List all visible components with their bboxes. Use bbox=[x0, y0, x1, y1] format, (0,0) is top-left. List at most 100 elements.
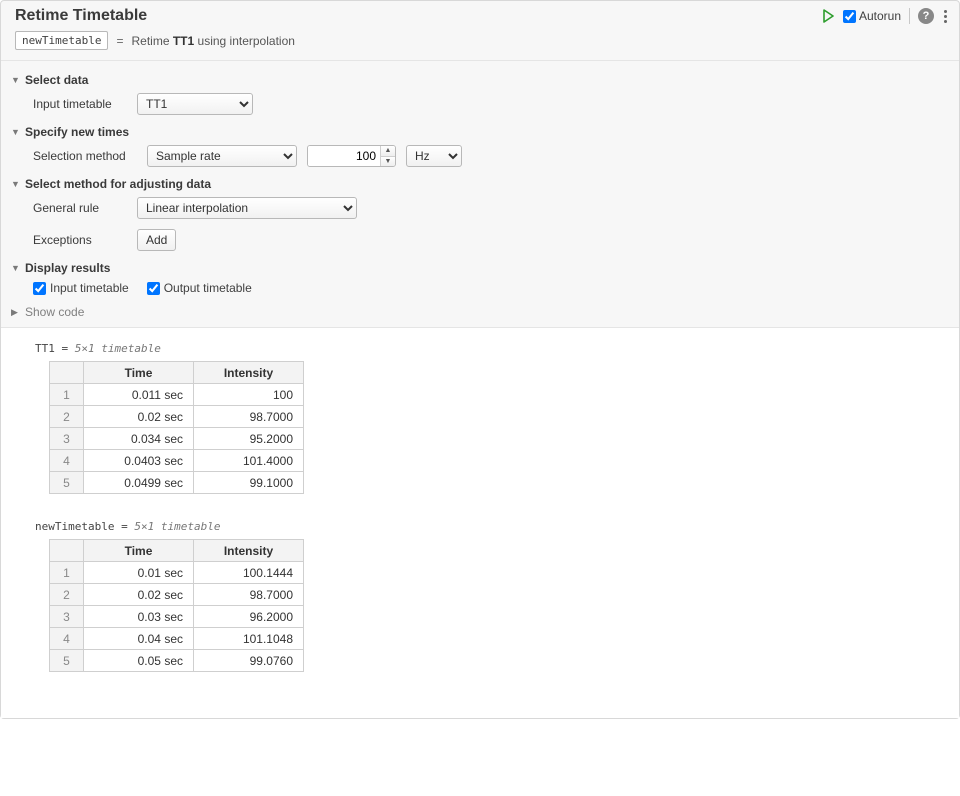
panel-title: Retime Timetable bbox=[15, 7, 147, 25]
table-row: 40.04 sec101.1048 bbox=[50, 628, 304, 650]
input-timetable-checkbox[interactable]: Input timetable bbox=[33, 281, 129, 295]
autorun-toggle[interactable]: Autorun bbox=[843, 9, 901, 23]
spin-down-button[interactable]: ▼ bbox=[381, 156, 395, 166]
collapse-icon: ▼ bbox=[11, 127, 21, 137]
section-title: Select data bbox=[25, 73, 88, 87]
collapse-icon: ▼ bbox=[11, 179, 21, 189]
out-body: 10.01 sec100.144420.02 sec98.700030.03 s… bbox=[50, 562, 304, 672]
retime-timetable-panel: Retime Timetable Autorun ? newTimetable … bbox=[0, 0, 960, 719]
cell-time: 0.02 sec bbox=[84, 406, 194, 428]
col-time: Time bbox=[84, 362, 194, 384]
cell-value: 100.1444 bbox=[194, 562, 304, 584]
sample-rate-spinner[interactable]: ▲ ▼ bbox=[307, 145, 396, 167]
equals-sign: = bbox=[116, 34, 123, 48]
table-row: 20.02 sec98.7000 bbox=[50, 406, 304, 428]
corner-cell bbox=[50, 362, 84, 384]
table-row: 30.03 sec96.2000 bbox=[50, 606, 304, 628]
collapse-icon: ▼ bbox=[11, 263, 21, 273]
row-number: 4 bbox=[50, 628, 84, 650]
table-row: 50.0499 sec99.1000 bbox=[50, 472, 304, 494]
section-title: Display results bbox=[25, 261, 110, 275]
row-number: 5 bbox=[50, 472, 84, 494]
tt1-title: TT1 = 5×1 timetable bbox=[35, 342, 949, 355]
results-area: TT1 = 5×1 timetable Time Intensity 10.01… bbox=[1, 327, 959, 718]
cell-value: 101.1048 bbox=[194, 628, 304, 650]
section-title: Specify new times bbox=[25, 125, 129, 139]
autorun-checkbox[interactable] bbox=[843, 10, 856, 23]
row-number: 1 bbox=[50, 384, 84, 406]
output-table: Time Intensity 10.01 sec100.144420.02 se… bbox=[49, 539, 304, 672]
table-row: 30.034 sec95.2000 bbox=[50, 428, 304, 450]
display-checkboxes-row: Input timetable Output timetable bbox=[33, 281, 949, 295]
section-specify-times[interactable]: ▼ Specify new times bbox=[11, 125, 949, 139]
input-timetable-check[interactable] bbox=[33, 282, 46, 295]
sample-rate-unit-select[interactable]: Hz bbox=[406, 145, 462, 167]
summary-row: newTimetable = Retime TT1 using interpol… bbox=[1, 29, 959, 60]
cell-time: 0.0499 sec bbox=[84, 472, 194, 494]
output-timetable-check[interactable] bbox=[147, 282, 160, 295]
summary-text: Retime TT1 using interpolation bbox=[132, 34, 295, 48]
collapse-icon: ▼ bbox=[11, 75, 21, 85]
exceptions-row: Exceptions Add bbox=[33, 229, 949, 251]
divider bbox=[909, 8, 910, 24]
table-row: 10.01 sec100.1444 bbox=[50, 562, 304, 584]
autorun-label: Autorun bbox=[859, 9, 901, 23]
help-icon[interactable]: ? bbox=[918, 8, 934, 24]
cell-value: 99.1000 bbox=[194, 472, 304, 494]
cell-value: 96.2000 bbox=[194, 606, 304, 628]
table-row: 40.0403 sec101.4000 bbox=[50, 450, 304, 472]
exceptions-label: Exceptions bbox=[33, 233, 127, 247]
table-row: 10.011 sec100 bbox=[50, 384, 304, 406]
general-rule-select[interactable]: Linear interpolation bbox=[137, 197, 357, 219]
cell-time: 0.0403 sec bbox=[84, 450, 194, 472]
out-title: newTimetable = 5×1 timetable bbox=[35, 520, 949, 533]
corner-cell bbox=[50, 540, 84, 562]
input-timetable-select[interactable]: TT1 bbox=[137, 93, 253, 115]
table-row: 20.02 sec98.7000 bbox=[50, 584, 304, 606]
section-select-data[interactable]: ▼ Select data bbox=[11, 73, 949, 87]
col-intensity: Intensity bbox=[194, 362, 304, 384]
cell-value: 95.2000 bbox=[194, 428, 304, 450]
cell-value: 99.0760 bbox=[194, 650, 304, 672]
output-timetable-checkbox[interactable]: Output timetable bbox=[147, 281, 252, 295]
expand-icon: ▶ bbox=[11, 307, 21, 318]
panel-header: Retime Timetable Autorun ? bbox=[1, 1, 959, 29]
add-exception-button[interactable]: Add bbox=[137, 229, 176, 251]
show-code-toggle[interactable]: ▶ Show code bbox=[11, 305, 949, 319]
more-menu-icon[interactable] bbox=[942, 8, 949, 25]
row-number: 4 bbox=[50, 450, 84, 472]
spin-up-button[interactable]: ▲ bbox=[381, 146, 395, 156]
row-number: 1 bbox=[50, 562, 84, 584]
config-area: ▼ Select data Input timetable TT1 ▼ Spec… bbox=[1, 60, 959, 327]
cell-time: 0.034 sec bbox=[84, 428, 194, 450]
section-adjust-method[interactable]: ▼ Select method for adjusting data bbox=[11, 177, 949, 191]
input-timetable-label: Input timetable bbox=[33, 97, 127, 111]
selection-method-row: Selection method Sample rate ▲ ▼ Hz bbox=[33, 145, 949, 167]
show-code-label: Show code bbox=[25, 305, 84, 319]
cell-time: 0.04 sec bbox=[84, 628, 194, 650]
selection-method-select[interactable]: Sample rate bbox=[147, 145, 297, 167]
cell-value: 98.7000 bbox=[194, 584, 304, 606]
section-title: Select method for adjusting data bbox=[25, 177, 211, 191]
row-number: 2 bbox=[50, 406, 84, 428]
tt1-body: 10.011 sec10020.02 sec98.700030.034 sec9… bbox=[50, 384, 304, 494]
row-number: 3 bbox=[50, 606, 84, 628]
run-icon[interactable] bbox=[821, 9, 835, 23]
cell-value: 98.7000 bbox=[194, 406, 304, 428]
tt1-table: Time Intensity 10.011 sec10020.02 sec98.… bbox=[49, 361, 304, 494]
general-rule-row: General rule Linear interpolation bbox=[33, 197, 949, 219]
cell-time: 0.05 sec bbox=[84, 650, 194, 672]
cell-value: 101.4000 bbox=[194, 450, 304, 472]
row-number: 5 bbox=[50, 650, 84, 672]
section-display-results[interactable]: ▼ Display results bbox=[11, 261, 949, 275]
col-time: Time bbox=[84, 540, 194, 562]
row-number: 3 bbox=[50, 428, 84, 450]
cell-value: 100 bbox=[194, 384, 304, 406]
output-variable-box[interactable]: newTimetable bbox=[15, 31, 108, 50]
cell-time: 0.01 sec bbox=[84, 562, 194, 584]
input-timetable-row: Input timetable TT1 bbox=[33, 93, 949, 115]
header-toolbar: Autorun ? bbox=[821, 8, 949, 25]
general-rule-label: General rule bbox=[33, 201, 127, 215]
sample-rate-input[interactable] bbox=[308, 146, 380, 166]
cell-time: 0.03 sec bbox=[84, 606, 194, 628]
